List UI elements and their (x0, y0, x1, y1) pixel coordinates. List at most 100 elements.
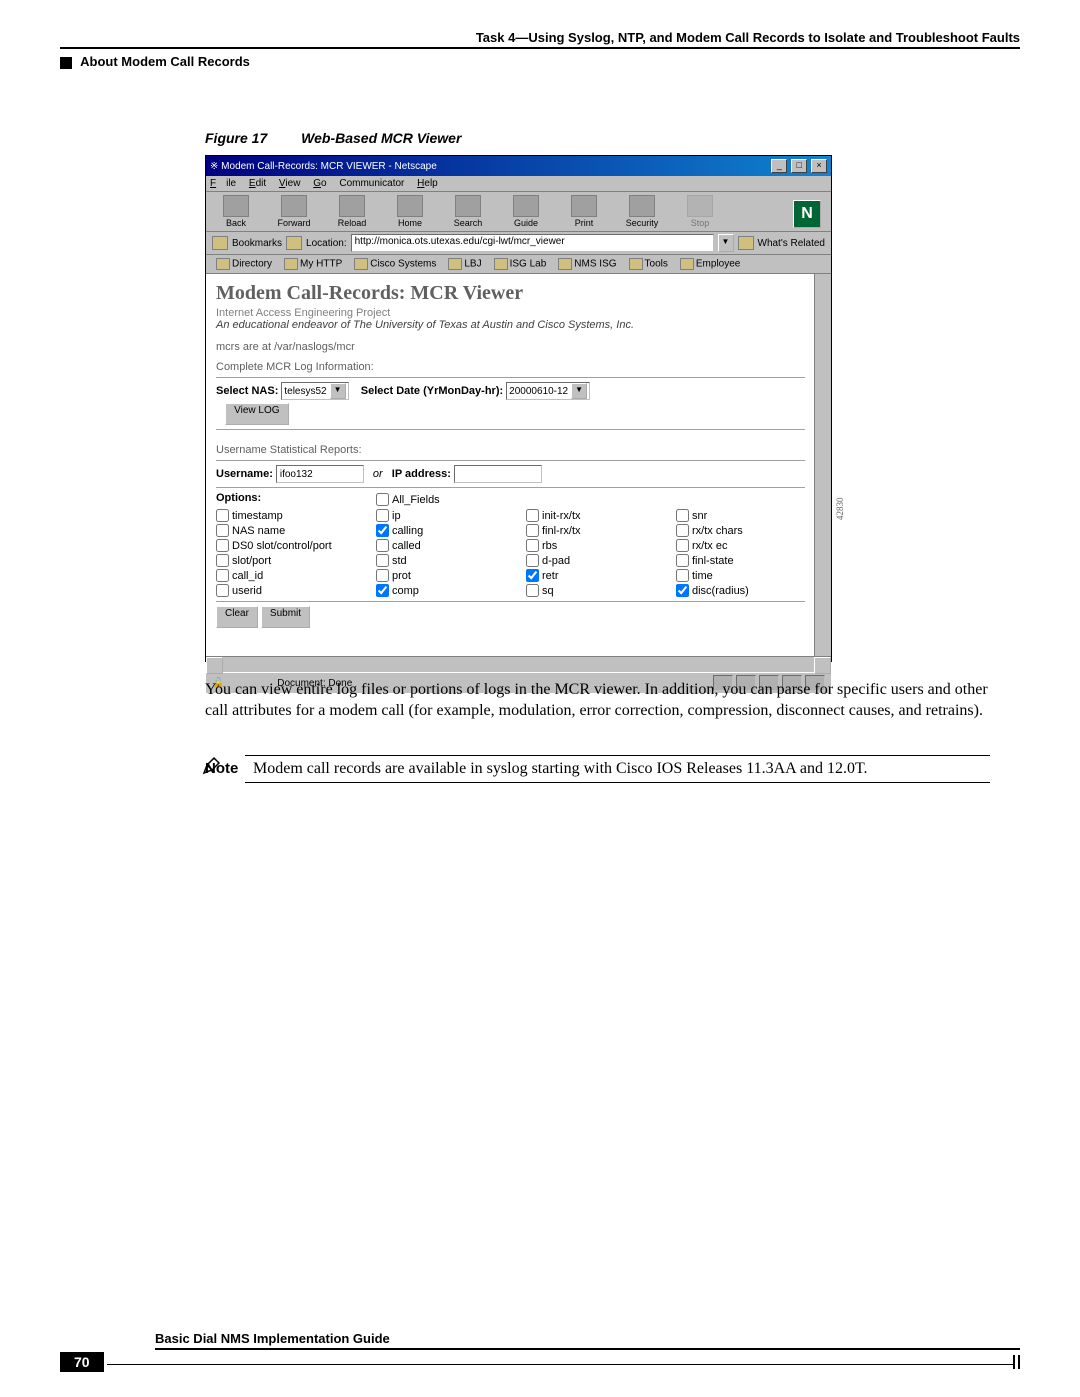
url-dropdown-button[interactable]: ▼ (718, 234, 734, 252)
checkbox-retr[interactable]: retr (526, 569, 676, 582)
link-myhttp[interactable]: My HTTP (284, 258, 342, 270)
checkbox-called[interactable]: called (376, 539, 526, 552)
link-tools[interactable]: Tools (629, 258, 668, 270)
date-label: Select Date (YrMonDay-hr): (361, 385, 503, 397)
scroll-left-button[interactable] (206, 657, 223, 674)
note-rule-bottom (245, 782, 990, 783)
checkbox-snr[interactable]: snr (676, 509, 796, 522)
submit-button[interactable]: Submit (261, 606, 310, 628)
checkbox-userid[interactable]: userid (216, 584, 376, 597)
nas-select[interactable]: telesys52▼ (281, 382, 348, 400)
forward-button[interactable]: Forward (274, 195, 314, 228)
section-title: About Modem Call Records (60, 54, 1020, 69)
bookmarks-label[interactable]: Bookmarks (232, 238, 282, 249)
link-lbj[interactable]: LBJ (448, 258, 481, 270)
username-input[interactable] (276, 465, 364, 483)
checkbox-rxtx-chars[interactable]: rx/tx chars (676, 524, 796, 537)
scrollbar-up-button[interactable] (814, 276, 830, 292)
checkbox-dpad[interactable]: d-pad (526, 554, 676, 567)
print-icon (571, 195, 597, 217)
folder-icon (216, 258, 230, 270)
horizontal-scrollbar[interactable] (206, 656, 831, 672)
window-titlebar[interactable]: ※ Modem Call-Records: MCR VIEWER - Netsc… (206, 156, 831, 176)
location-icon (286, 236, 302, 250)
link-employee[interactable]: Employee (680, 258, 740, 270)
divider (216, 487, 805, 488)
forward-icon (281, 195, 307, 217)
checkbox-callid[interactable]: call_id (216, 569, 376, 582)
reload-button[interactable]: Reload (332, 195, 372, 228)
checkbox-prot[interactable]: prot (376, 569, 526, 582)
chevron-down-icon: ▼ (330, 383, 346, 399)
link-nms[interactable]: NMS ISG (558, 258, 616, 270)
checkbox-rbs[interactable]: rbs (526, 539, 676, 552)
end-mark-icon (1013, 1355, 1020, 1369)
footer-rule (107, 1364, 1013, 1370)
url-input[interactable]: http://monica.ots.utexas.edu/cgi-lwt/mcr… (351, 234, 714, 252)
checkbox-nas-name[interactable]: NAS name (216, 524, 376, 537)
close-button[interactable]: × (811, 159, 827, 173)
menu-go[interactable]: Go (313, 178, 326, 189)
view-log-button[interactable]: View LOG (225, 403, 288, 425)
checkbox-comp[interactable]: comp (376, 584, 526, 597)
checkbox-init-rxtx[interactable]: init-rx/tx (526, 509, 676, 522)
checkbox-time[interactable]: time (676, 569, 796, 582)
options-label: Options: (216, 492, 376, 504)
checkbox-calling[interactable]: calling (376, 524, 526, 537)
minimize-button[interactable]: _ (771, 159, 787, 173)
checkbox-rxtx-ec[interactable]: rx/tx ec (676, 539, 796, 552)
menu-help[interactable]: Help (417, 178, 438, 189)
checkbox-finl-rxtx[interactable]: finl-rx/tx (526, 524, 676, 537)
checkbox-ds0[interactable]: DS0 slot/control/port (216, 539, 376, 552)
checkbox-std[interactable]: std (376, 554, 526, 567)
checkbox-finl-state[interactable]: finl-state (676, 554, 796, 567)
menu-view[interactable]: View (279, 178, 301, 189)
note-text: Modem call records are available in sysl… (253, 760, 990, 778)
file-icon (629, 258, 643, 270)
ip-input[interactable] (454, 465, 542, 483)
maximize-button[interactable]: □ (791, 159, 807, 173)
link-isglab[interactable]: ISG Lab (494, 258, 547, 270)
guide-button[interactable]: Guide (506, 195, 546, 228)
related-icon[interactable] (738, 236, 754, 250)
checkbox-sq[interactable]: sq (526, 584, 676, 597)
section-username-reports: Username Statistical Reports: (216, 444, 805, 456)
link-cisco[interactable]: Cisco Systems (354, 258, 436, 270)
divider (216, 429, 805, 430)
footer-bar: 70 (60, 1352, 1020, 1372)
back-button[interactable]: Back (216, 195, 256, 228)
whats-related-label[interactable]: What's Related (758, 238, 826, 249)
back-icon (223, 195, 249, 217)
options-block: Options: All_Fields timestamp ip init-rx… (216, 492, 805, 597)
checkbox-timestamp[interactable]: timestamp (216, 509, 376, 522)
toolbar: Back Forward Reload Home Search Guide Pr… (206, 192, 831, 232)
menu-file[interactable]: File (210, 178, 236, 189)
link-directory[interactable]: Directory (216, 258, 272, 270)
scroll-track[interactable] (223, 657, 814, 672)
screenshot-window: ※ Modem Call-Records: MCR VIEWER - Netsc… (205, 155, 832, 662)
home-icon (397, 195, 423, 217)
figure-id-label: 42830 (835, 498, 845, 521)
clear-button[interactable]: Clear (216, 606, 258, 628)
checkbox-slotport[interactable]: slot/port (216, 554, 376, 567)
scroll-right-button[interactable] (814, 657, 831, 674)
folder-icon (448, 258, 462, 270)
checkbox-all-fields[interactable]: All_Fields (376, 492, 526, 507)
security-button[interactable]: Security (622, 195, 662, 228)
task-title: Task 4—Using Syslog, NTP, and Modem Call… (60, 30, 1020, 49)
checkbox-disc[interactable]: disc(radius) (676, 584, 796, 597)
print-button[interactable]: Print (564, 195, 604, 228)
folder-icon (284, 258, 298, 270)
stop-icon (687, 195, 713, 217)
menu-edit[interactable]: Edit (249, 178, 266, 189)
home-button[interactable]: Home (390, 195, 430, 228)
toolbar-left: Back Forward Reload Home Search Guide Pr… (216, 195, 720, 228)
checkbox-ip[interactable]: ip (376, 509, 526, 522)
search-button[interactable]: Search (448, 195, 488, 228)
stop-button[interactable]: Stop (680, 195, 720, 228)
divider (216, 601, 805, 602)
menu-communicator[interactable]: Communicator (339, 178, 404, 189)
ip-label: IP address: (392, 468, 451, 480)
bookmarks-icon[interactable] (212, 236, 228, 250)
date-select[interactable]: 20000610-12▼ (506, 382, 590, 400)
